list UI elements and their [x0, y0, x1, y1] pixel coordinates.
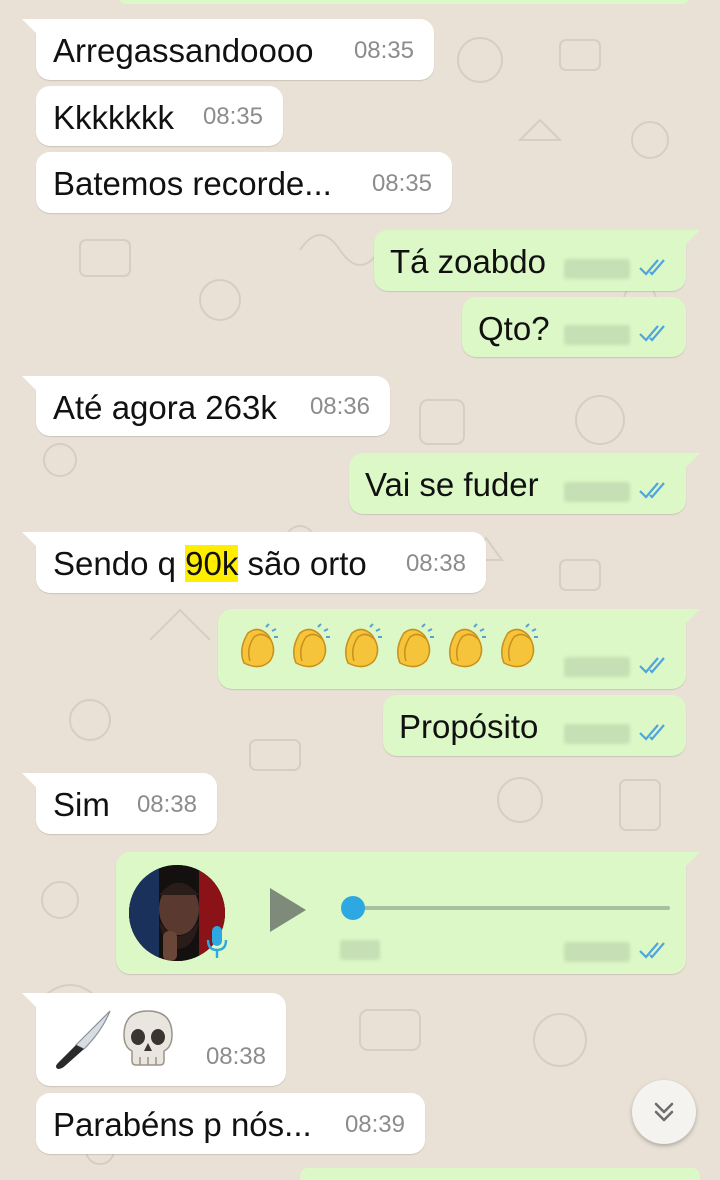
message-meta [564, 480, 672, 502]
message-meta [564, 323, 672, 345]
double-check-icon [639, 325, 665, 342]
message-time: 08:35 [353, 37, 414, 64]
double-check-icon [639, 259, 665, 276]
message-time: 08:36 [309, 393, 370, 420]
text-after: são orto [238, 545, 367, 582]
clapping-hands-icon [449, 623, 486, 668]
message-outgoing[interactable]: Propósito [383, 695, 686, 756]
message-text: Sim [53, 786, 110, 823]
emoji-row [236, 623, 548, 671]
message-outgoing[interactable]: Vai se fuder [349, 453, 700, 514]
message-text: Tá zoabdo [390, 243, 546, 280]
hidden-time [564, 724, 630, 744]
highlighted-text: 90k [185, 545, 239, 582]
hidden-time [564, 657, 630, 677]
message-incoming[interactable]: Kkkkkkk 08:35 [36, 86, 283, 146]
double-check-icon [639, 942, 665, 959]
message-incoming[interactable]: Parabéns p nós... 08:39 [36, 1093, 425, 1154]
message-text: Arregassandoooo [53, 32, 314, 69]
message-time: 08:35 [202, 103, 263, 130]
message-text: Propósito [399, 708, 539, 745]
hidden-time [564, 942, 630, 962]
message-time: 08:35 [371, 170, 432, 197]
next-message-edge [300, 1168, 700, 1180]
message-outgoing-emoji[interactable] [218, 609, 700, 689]
message-time: 08:38 [205, 1043, 266, 1070]
message-meta [564, 940, 672, 962]
message-incoming[interactable]: Batemos recorde... 08:35 [36, 152, 452, 213]
clapping-hands-icon [345, 623, 382, 668]
hidden-time [564, 325, 630, 345]
message-incoming[interactable]: Sim 08:38 [22, 773, 217, 834]
double-check-icon [639, 482, 665, 499]
message-incoming[interactable]: Arregassandoooo 08:35 [22, 19, 434, 80]
message-text: Parabéns p nós... [53, 1106, 312, 1143]
hidden-duration [340, 940, 380, 960]
play-icon[interactable] [266, 886, 310, 934]
kitchen-knife-icon [56, 1010, 111, 1069]
message-incoming-emoji[interactable]: 08:38 [22, 993, 286, 1086]
message-outgoing[interactable]: Tá zoabdo [374, 230, 700, 291]
hidden-time [564, 259, 630, 279]
clapping-hands-icon [501, 623, 538, 668]
clapping-hands-icon [397, 623, 434, 668]
message-outgoing[interactable]: Qto? [462, 297, 686, 357]
clapping-hands-icon [241, 623, 278, 668]
message-text: Batemos recorde... [53, 165, 332, 202]
message-text: Até agora 263k [53, 389, 277, 426]
scroll-to-bottom-button[interactable] [632, 1080, 696, 1144]
voice-progress-thumb[interactable] [341, 896, 365, 920]
message-incoming[interactable]: Até agora 263k 08:36 [22, 376, 390, 436]
voice-message[interactable] [116, 852, 700, 974]
double-chevron-down-icon [654, 1102, 674, 1122]
message-meta [564, 722, 672, 744]
message-time: 08:39 [344, 1111, 405, 1138]
text-before: Sendo q [53, 545, 186, 582]
message-text: Sendo q 90k são orto [53, 544, 367, 584]
message-time: 08:38 [405, 550, 466, 577]
double-check-icon [639, 657, 665, 674]
message-text: Kkkkkkk [53, 99, 175, 136]
voice-progress-track[interactable] [352, 906, 670, 910]
message-text: Vai se fuder [365, 466, 539, 503]
clapping-hands-icon [293, 623, 330, 668]
hidden-time [564, 482, 630, 502]
message-time: 08:38 [136, 791, 197, 818]
skull-icon [123, 1010, 173, 1066]
message-meta [564, 257, 672, 279]
previous-message-edge [120, 0, 688, 4]
double-check-icon [639, 724, 665, 741]
mic-icon [206, 926, 228, 958]
message-incoming[interactable]: Sendo q 90k são orto 08:38 [22, 532, 486, 593]
message-meta [564, 655, 672, 677]
message-text: Qto? [478, 310, 550, 347]
